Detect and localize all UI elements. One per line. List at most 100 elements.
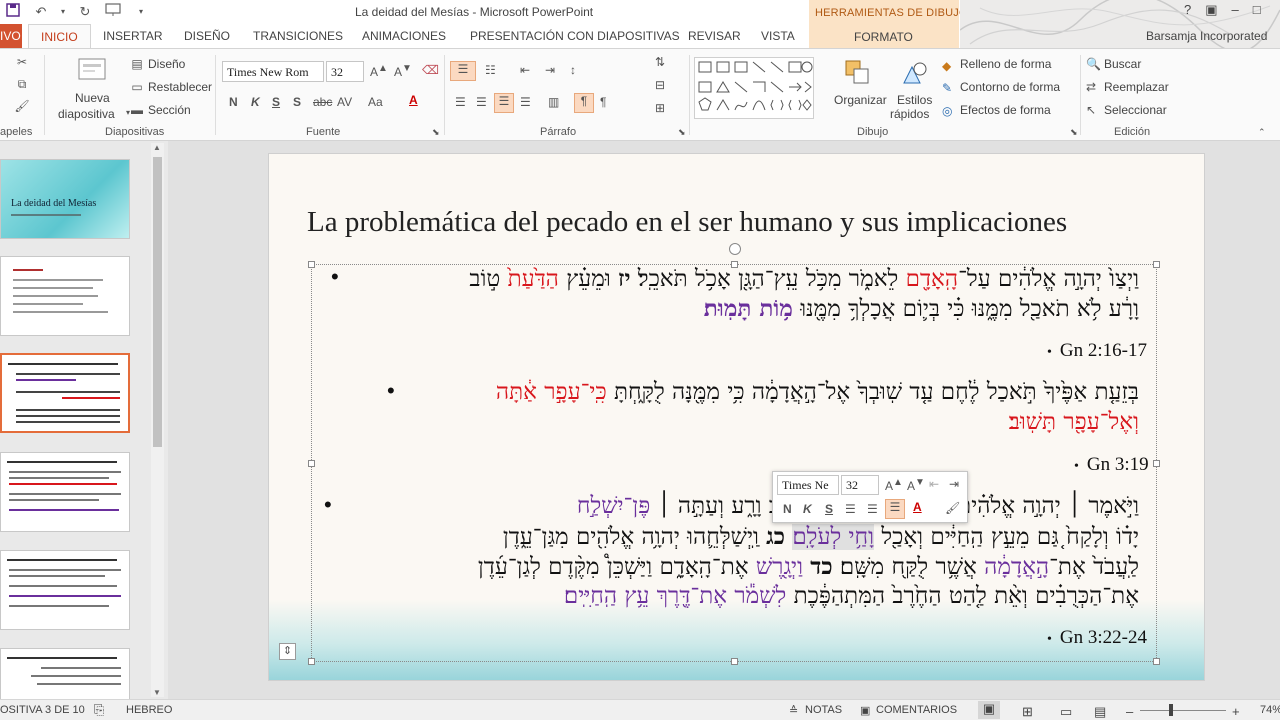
customize-qat-icon[interactable]: ▾ <box>132 7 150 16</box>
resize-handle[interactable] <box>731 658 738 665</box>
new-slide-icon[interactable] <box>76 55 108 87</box>
decrease-indent-icon[interactable]: ⇤ <box>520 63 530 77</box>
spellcheck-icon[interactable]: ⎘ <box>94 702 104 718</box>
arrange-icon[interactable] <box>842 57 874 89</box>
rtl-icon[interactable]: ¶ <box>574 93 594 113</box>
scrollbar-thumb[interactable] <box>153 157 162 447</box>
binoculars-icon[interactable]: 🔍 <box>1086 57 1101 71</box>
slide-thumbnail-4[interactable] <box>0 452 130 532</box>
align-center-icon[interactable]: ☰ <box>476 95 487 109</box>
mini-format-painter-icon[interactable]: 🖌 <box>945 501 960 515</box>
bold-icon[interactable]: N <box>229 95 238 109</box>
resize-handle[interactable] <box>308 658 315 665</box>
section-icon[interactable]: ▬ <box>130 103 144 117</box>
shape-effects-icon[interactable]: ◎ <box>942 104 952 118</box>
font-dialog-launcher-icon[interactable]: ⬊ <box>432 127 440 138</box>
verse-gn-2-16-line-2[interactable]: וָרָ֔ע לֹ֥א תֹאכַ֖ל מִמֶּ֑נּוּ כִּ֗י בְּ… <box>704 294 1139 324</box>
align-left-icon[interactable]: ☰ <box>455 95 466 109</box>
tab-transiciones[interactable]: TRANSICIONES <box>253 29 343 43</box>
verse-gn-3-22-line-2[interactable]: יָד֗וֹ וְלָקַח֙ גַּ֚ם מֵעֵ֣ץ הַֽחַיִּ֔ים… <box>503 522 1139 552</box>
shape-fill-icon[interactable]: ◆ <box>942 59 951 73</box>
columns-icon[interactable]: ▥ <box>548 95 559 109</box>
shapes-gallery[interactable] <box>694 57 814 119</box>
shrink-font-icon[interactable]: A▼ <box>394 63 412 79</box>
mini-font-name-field[interactable]: Times Ne <box>777 475 839 495</box>
font-size-field[interactable]: 32 <box>326 61 364 82</box>
underline-icon[interactable]: S <box>272 95 280 109</box>
tab-formato[interactable]: FORMATO <box>854 30 913 44</box>
slide-canvas[interactable]: La problemática del pecado en el ser hum… <box>268 153 1205 681</box>
increase-indent-icon[interactable]: ⇥ <box>545 63 555 77</box>
align-text-icon[interactable]: ⊟ <box>655 78 665 92</box>
scroll-up-icon[interactable]: ▲ <box>153 143 161 152</box>
tab-insertar[interactable]: INSERTAR <box>103 29 163 43</box>
new-slide-dropdown[interactable]: diapositiva <box>58 107 115 121</box>
autofit-options-icon[interactable]: ⇕ <box>279 643 296 660</box>
tab-file[interactable]: IVO <box>0 24 22 48</box>
slide-title[interactable]: La problemática del pecado en el ser hum… <box>307 206 1067 239</box>
slideshow-icon[interactable]: ▤ <box>1094 704 1106 720</box>
shape-outline-icon[interactable]: ✎ <box>942 81 952 95</box>
thumbnail-scrollbar[interactable]: ▲ ▼ <box>151 143 164 697</box>
mini-grow-font-icon[interactable]: A▲ <box>885 477 903 493</box>
slide-sorter-icon[interactable]: ⊞ <box>1022 704 1033 720</box>
layout-button[interactable]: Diseño <box>148 57 185 71</box>
quick-styles-label[interactable]: Estilos <box>897 93 932 107</box>
redo-icon[interactable]: ↻ <box>76 4 94 20</box>
quick-styles-icon[interactable] <box>898 57 930 89</box>
select-icon[interactable]: ↖ <box>1086 103 1096 117</box>
mini-align-left-icon[interactable]: ☰ <box>845 502 856 516</box>
shape-effects-button[interactable]: Efectos de forma <box>960 103 1051 117</box>
zoom-out-icon[interactable]: – <box>1126 704 1133 719</box>
mini-bold-icon[interactable]: N <box>783 502 792 516</box>
undo-icon[interactable]: ↶ <box>32 4 50 20</box>
numbering-icon[interactable]: ☷ <box>485 63 496 77</box>
help-icon[interactable]: ? <box>1184 2 1191 18</box>
comments-button[interactable]: COMENTARIOS <box>876 704 957 716</box>
tab-diseno[interactable]: DISEÑO <box>184 29 230 43</box>
resize-handle[interactable] <box>1153 460 1160 467</box>
slide-thumbnail-2[interactable] <box>0 256 130 336</box>
resize-handle[interactable] <box>1153 658 1160 665</box>
ltr-icon[interactable]: ¶ <box>600 95 606 109</box>
reading-view-icon[interactable]: ▭ <box>1060 704 1072 720</box>
mini-decrease-indent-icon[interactable]: ⇤ <box>929 477 939 491</box>
drawing-dialog-launcher-icon[interactable]: ⬊ <box>1070 127 1078 138</box>
justify-icon[interactable]: ☰ <box>520 95 531 109</box>
mini-font-size-field[interactable]: 32 <box>841 475 879 495</box>
minimize-icon[interactable]: – <box>1232 2 1239 18</box>
font-color-icon[interactable]: A <box>409 93 418 107</box>
user-name[interactable]: Barsamja Incorporated <box>1146 29 1267 43</box>
mini-align-center-icon[interactable]: ☰ <box>867 502 878 516</box>
shape-fill-button[interactable]: Relleno de forma <box>960 57 1051 71</box>
tab-animaciones[interactable]: ANIMACIONES <box>362 29 446 43</box>
find-button[interactable]: Buscar <box>1104 57 1141 71</box>
paragraph-dialog-launcher-icon[interactable]: ⬊ <box>678 127 686 138</box>
verse-gn-2-16-line-1[interactable]: וַיְצַו֙ יְהוָ֣ה אֱלֹהִ֔ים עַל־הָֽאָדָ֖ם… <box>469 264 1139 294</box>
maximize-icon[interactable]: □ <box>1253 2 1261 18</box>
tab-inicio[interactable]: INICIO <box>28 24 91 49</box>
copy-icon[interactable]: ⧉ <box>14 77 30 92</box>
notes-button[interactable]: NOTAS <box>805 704 842 716</box>
resize-handle[interactable] <box>308 261 315 268</box>
strikethrough-icon[interactable]: abc <box>313 95 332 109</box>
line-spacing-icon[interactable]: ↕ <box>570 63 576 77</box>
arrange-button[interactable]: Organizar <box>834 93 887 107</box>
bullets-icon[interactable]: ☰ <box>450 61 476 81</box>
undo-dropdown-icon[interactable]: ▾ <box>60 7 66 16</box>
quick-styles-dropdown[interactable]: rápidos <box>890 107 929 121</box>
slide-thumbnail-5[interactable] <box>0 550 130 630</box>
section-button[interactable]: Sección <box>148 103 191 117</box>
mini-font-color-icon[interactable]: A <box>913 500 922 514</box>
reset-icon[interactable]: ▭ <box>130 80 144 94</box>
char-spacing-icon[interactable]: AV <box>337 95 352 109</box>
shape-outline-button[interactable]: Contorno de forma <box>960 80 1060 94</box>
zoom-in-icon[interactable]: + <box>1232 704 1240 719</box>
reset-button[interactable]: Restablecer <box>148 80 212 94</box>
zoom-slider-thumb[interactable] <box>1169 704 1173 716</box>
verse-gn-3-19-line-1[interactable]: בְּזֵעַ֤ת אַפֶּ֙יךָ֙ תֹּ֣אכַל לֶ֔חֶם עַ֤… <box>496 378 1139 407</box>
italic-icon[interactable]: K <box>251 95 260 109</box>
tab-revisar[interactable]: REVISAR <box>688 29 741 43</box>
normal-view-icon[interactable]: ▣ <box>978 701 1000 719</box>
smartart-icon[interactable]: ⊞ <box>655 101 665 115</box>
